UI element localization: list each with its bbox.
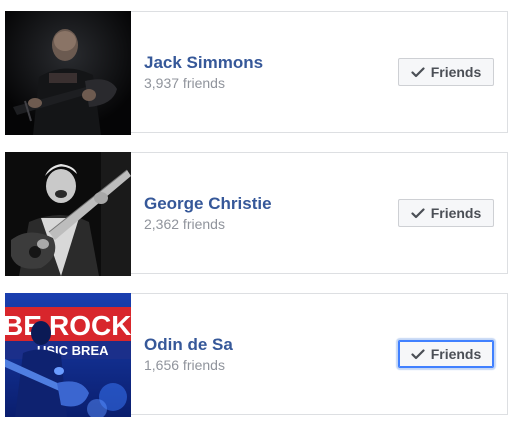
friends-button[interactable]: Friends (398, 340, 494, 368)
friend-count: 3,937 friends (144, 74, 225, 91)
friend-info: George Christie 2,362 friends (144, 153, 272, 273)
friend-card: George Christie 2,362 friends Friends (5, 152, 508, 276)
friends-button-label: Friends (430, 64, 482, 80)
friend-card: Jack Simmons 3,937 friends Friends (5, 11, 508, 135)
friends-button-label: Friends (430, 205, 482, 221)
check-icon (411, 66, 425, 78)
friends-button-label: Friends (430, 346, 482, 362)
friends-button[interactable]: Friends (398, 58, 494, 86)
friend-name-link[interactable]: Jack Simmons (144, 52, 263, 73)
photo-banner-text: ROCK (49, 310, 131, 341)
profile-photo[interactable] (5, 152, 131, 276)
check-icon (411, 207, 425, 219)
friends-button[interactable]: Friends (398, 199, 494, 227)
friend-count: 1,656 friends (144, 356, 225, 373)
friend-count: 2,362 friends (144, 215, 225, 232)
friend-info: Jack Simmons 3,937 friends (144, 12, 263, 132)
friend-card: BE ROCK USIC BREA Odin de Sa 1,656 frien… (5, 293, 508, 417)
friend-info: Odin de Sa 1,656 friends (144, 294, 233, 414)
profile-photo[interactable]: BE ROCK USIC BREA (5, 293, 131, 417)
friends-list: Jack Simmons 3,937 friends Friends Georg… (0, 0, 519, 427)
friend-name-link[interactable]: Odin de Sa (144, 334, 233, 355)
profile-photo[interactable] (5, 11, 131, 135)
check-icon (411, 348, 425, 360)
friend-name-link[interactable]: George Christie (144, 193, 272, 214)
